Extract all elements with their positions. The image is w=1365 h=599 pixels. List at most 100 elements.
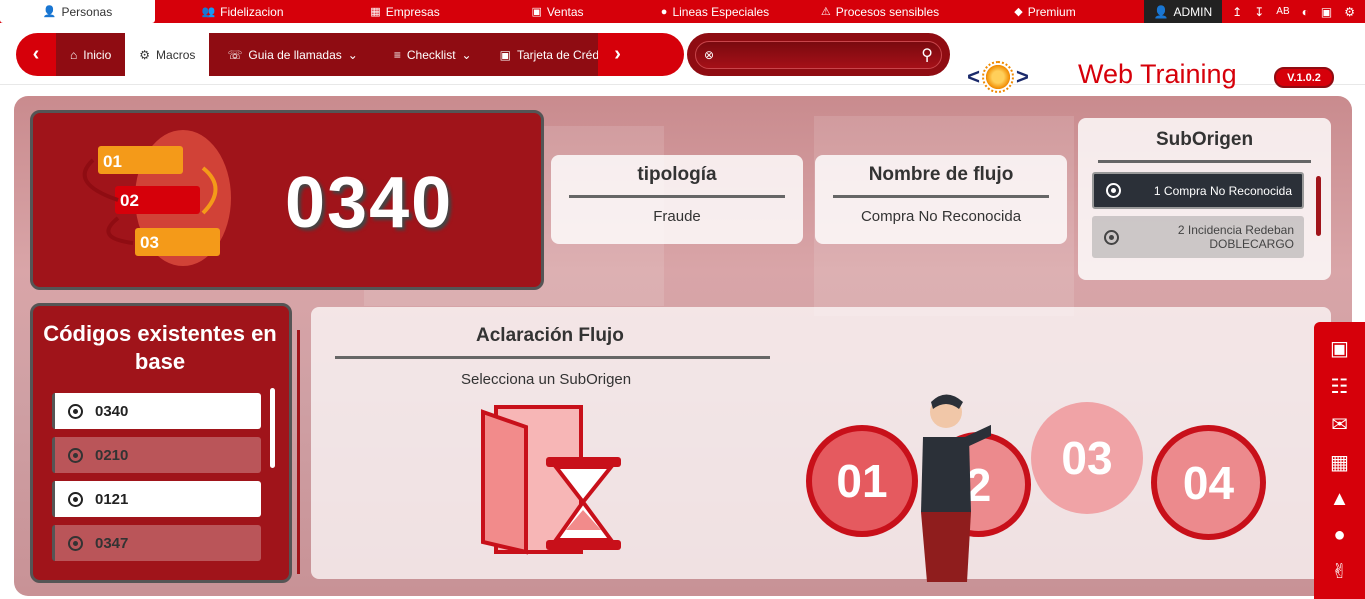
secondary-nav: ‹ ⌂ Inicio ⚙ Macros ☏ Guia de llamadas ⌄ ≡ Ch… xyxy=(0,23,1365,93)
code-option[interactable]: 0340 xyxy=(52,393,261,429)
chevron-left-icon: ‹ xyxy=(32,43,40,65)
tab-tarjeta-credito[interactable]: ▣Tarjeta de Crédito xyxy=(489,33,598,76)
suborigen-panel: SubOrigen 1 Compra No Reconocida 2 Incid… xyxy=(1078,118,1331,280)
chevron-right-icon: › xyxy=(614,43,621,65)
tipologia-value: Fraude xyxy=(653,208,701,225)
divider xyxy=(1098,160,1311,163)
top-menu-bar: 👤 Personas 👥 Fidelizacion ▦ Empresas ▣ Venta… xyxy=(0,0,1365,23)
nav-pill: ‹ ⌂ Inicio ⚙ Macros ☏ Guia de llamadas ⌄ ≡ Ch… xyxy=(16,33,684,76)
tab-checklist[interactable]: ≡ Checklist ⌄ xyxy=(375,33,490,76)
code-option[interactable]: 0210 xyxy=(52,437,261,473)
top-item-lineas-especiales[interactable]: ● Lineas Especiales xyxy=(635,0,795,23)
brand-title: Web Training xyxy=(1078,59,1237,89)
spellcheck-icon[interactable]: AB xyxy=(1276,6,1289,17)
hand-icon[interactable]: ✌ xyxy=(1331,559,1348,584)
upload-icon[interactable]: ↥ xyxy=(1232,5,1242,19)
divider xyxy=(569,195,785,198)
top-item-procesos-sensibles[interactable]: ⚠ Procesos sensibles xyxy=(795,0,965,23)
svg-text:02: 02 xyxy=(120,191,139,210)
nav-next-button[interactable]: › xyxy=(597,33,638,76)
checklist-icon: ≡ xyxy=(393,47,401,62)
svg-text:01: 01 xyxy=(103,152,122,171)
admin-user[interactable]: 👤 ADMIN xyxy=(1143,0,1223,23)
card-icon: ▣ xyxy=(499,47,511,62)
top-item-ventas[interactable]: ▣ Ventas xyxy=(480,0,635,23)
flujo-title: Nombre de flujo xyxy=(868,164,1014,185)
aclaracion-title: Aclaración Flujo xyxy=(476,325,624,346)
users-icon: 👥 xyxy=(201,6,216,18)
radio-icon xyxy=(1104,229,1119,245)
divider xyxy=(297,330,300,574)
sitemap-icon[interactable]: ☷ xyxy=(1331,374,1349,399)
bag-icon: ◆ xyxy=(1014,6,1023,18)
right-toolbar: ▣ ☷ ✉ ▦ ▲ ● ✌ xyxy=(1314,322,1365,599)
person-illustration xyxy=(921,394,991,582)
radio-icon xyxy=(68,447,83,463)
chevron-down-icon: ⌄ xyxy=(347,47,358,62)
user-icon: 👤 xyxy=(1153,4,1169,19)
suborigen-option[interactable]: 1 Compra No Reconocida xyxy=(1092,172,1304,209)
aclaracion-panel: 01 2 03 04 xyxy=(311,307,1331,582)
divider xyxy=(833,195,1049,198)
chat-icon[interactable]: ✉ xyxy=(1331,412,1348,437)
tab-guia-llamadas[interactable]: ☏ Guia de llamadas ⌄ xyxy=(209,33,376,76)
suborigen-scrollbar[interactable] xyxy=(1316,176,1321,236)
tab-macros[interactable]: ⚙ Macros xyxy=(125,33,210,76)
suborigen-title: SubOrigen xyxy=(1155,129,1254,150)
flujo-card: Nombre de flujo Compra No Reconocida xyxy=(815,155,1067,244)
download-icon[interactable]: ↧ xyxy=(1254,5,1264,19)
home-icon: ⌂ xyxy=(70,47,78,62)
radio-icon xyxy=(1106,183,1121,198)
radio-icon xyxy=(68,535,83,551)
bank-icon[interactable]: ▲ xyxy=(1330,488,1350,511)
step-circle: 04 xyxy=(1151,425,1266,540)
user-icon: 👤 xyxy=(42,6,57,18)
phone-icon: ☏ xyxy=(227,47,243,62)
presentation-icon[interactable]: ▣ xyxy=(1330,336,1349,361)
step-circle: 03 xyxy=(1031,402,1143,514)
flujo-value: Compra No Reconocida xyxy=(860,208,1022,225)
clear-search-icon[interactable]: ⊗ xyxy=(704,48,714,62)
tab-inicio[interactable]: ⌂ Inicio xyxy=(56,33,126,76)
document-icon[interactable]: ▣ xyxy=(1321,5,1332,19)
code-bracket-left-icon: < xyxy=(967,64,980,89)
codes-scrollbar[interactable] xyxy=(270,388,275,468)
top-item-fidelizacion[interactable]: 👥 Fidelizacion xyxy=(155,0,330,23)
top-item-empresas[interactable]: ▦ Empresas xyxy=(330,0,480,23)
door-hourglass-illustration xyxy=(481,405,621,555)
gear-icon: ⚙ xyxy=(139,47,151,62)
chevron-down-icon: ⌄ xyxy=(461,47,472,62)
aclaracion-subtitle: Selecciona un SubOrigen xyxy=(461,371,632,388)
building-icon[interactable]: ▦ xyxy=(1330,450,1349,475)
search-bar: ⊗ ⚲ xyxy=(687,33,950,76)
tipologia-title: tipología xyxy=(637,164,717,185)
nav-prev-button[interactable]: ‹ xyxy=(16,33,56,76)
code-option[interactable]: 0347 xyxy=(52,525,261,561)
building-icon: ▦ xyxy=(370,6,381,18)
apple-icon[interactable]: ● xyxy=(1333,524,1345,547)
search-input[interactable] xyxy=(720,47,916,62)
radio-icon xyxy=(68,403,83,419)
search-icon[interactable]: ⚲ xyxy=(921,45,933,65)
divider xyxy=(335,356,770,359)
suborigen-option[interactable]: 2 Incidencia Redeban DOBLECARGO xyxy=(1092,216,1304,258)
top-item-personas[interactable]: 👤 Personas xyxy=(0,0,155,23)
microphone-icon: ● xyxy=(660,5,668,18)
tipologia-card: tipología Fraude xyxy=(551,155,803,244)
version-badge: V.1.0.2 xyxy=(1274,67,1334,88)
radio-icon xyxy=(68,491,83,507)
current-code: 0340 xyxy=(285,163,454,243)
contrast-icon[interactable]: ◐ xyxy=(1302,5,1309,19)
top-item-premium[interactable]: ◆ Premium xyxy=(965,0,1125,23)
warning-icon: ⚠ xyxy=(820,6,831,18)
code-option[interactable]: 0121 xyxy=(52,481,261,517)
money-icon: ▣ xyxy=(531,6,542,18)
gear-icon[interactable]: ⚙ xyxy=(1344,5,1355,19)
svg-text:03: 03 xyxy=(140,233,159,252)
search-box: ⊗ ⚲ xyxy=(695,40,942,69)
code-bracket-right-icon: > xyxy=(1016,64,1029,89)
top-toolbar: ↥ ↧ AB ◐ ▣ ⚙ xyxy=(1222,5,1365,19)
logo: < > xyxy=(965,55,1031,99)
codes-panel-title: Códigos existentes en base xyxy=(43,321,277,374)
flow-steps-illustration: 01 02 03 xyxy=(82,130,231,266)
